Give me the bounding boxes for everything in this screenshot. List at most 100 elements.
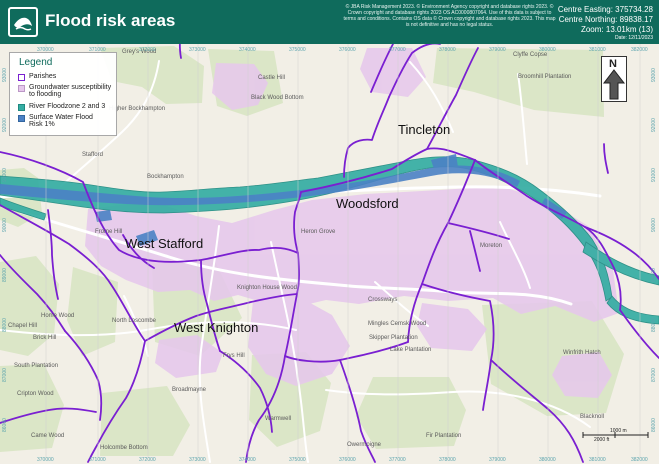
place-blacknoll: Blacknoll [580,414,604,420]
place-home-wood: Home Wood [41,313,74,319]
grid-bottom-370000: 370000 [37,457,54,463]
place-warmwell: Warmwell [265,416,291,422]
grid-top-381000: 381000 [589,47,606,53]
parish-label-tincleton: Tincleton [398,122,450,137]
legend-item-floodzone: River Floodzone 2 and 3 [18,103,105,111]
place-winfrith-hatch: Winfrith Hatch [563,350,601,356]
legend-label-floodzone: River Floodzone 2 and 3 [29,103,106,110]
north-arrow-icon [602,69,626,100]
legend-title: Legend [19,57,53,68]
place-skipper-plantation: Skipper Plantation [369,335,418,341]
place-castle-hill: Castle Hill [258,75,285,81]
grid-bottom-373000: 373000 [189,457,206,463]
grid-bottom-374000: 374000 [239,457,256,463]
grid-top-375000: 375000 [289,47,306,53]
parish-label-west-stafford: West Stafford [125,236,203,251]
place-fir-plantation: Fir Plantation [426,433,461,439]
place-came-wood: Came Wood [31,433,64,439]
grid-left-87000: 87000 [2,368,8,382]
legend-item-surface-water: Surface Water Flood Risk 1% [18,114,99,128]
grid-right-89000: 89000 [651,268,657,282]
grid-right-91000: 91000 [651,168,657,182]
place-frys-hill: Frys Hill [223,353,245,359]
flood-logo-icon [8,7,38,37]
grid-left-89000: 89000 [2,268,8,282]
groundwater-swatch-icon [18,85,25,92]
surface-water-swatch-icon [18,115,25,122]
grid-left-93000: 93000 [2,68,8,82]
grid-top-376000: 376000 [339,47,356,53]
place-knighton-house-wood: Knighton House Wood [237,285,297,291]
grid-right-92000: 92000 [651,118,657,132]
zoom-level: Zoom: 13.01km (13) [580,25,653,34]
grid-top-379000: 379000 [489,47,506,53]
place-mingles-cemsk-wood: Mingles Cemsk Wood [368,321,426,327]
grid-bottom-376000: 376000 [339,457,356,463]
grid-right-90000: 90000 [651,218,657,232]
legend-label-groundwater: Groundwater susceptibility to flooding [29,84,112,98]
place-south-plantation: South Plantation [14,363,58,369]
grid-bottom-381000: 381000 [589,457,606,463]
coordinate-readout: Centre Easting: 375734.28 Centre Northin… [558,5,653,42]
header-bar: Flood risk areas © JBA Risk Management 2… [0,0,659,44]
page-title: Flood risk areas [45,11,176,30]
centre-northing: Centre Northing: 89838.17 [558,15,653,24]
grid-top-377000: 377000 [389,47,406,53]
place-moreton: Moreton [480,243,502,249]
legend-label-surface-water: Surface Water Flood Risk 1% [29,114,93,128]
place-chapel-hill: Chapel Hill [8,323,37,329]
place-cripton-wood: Cripton Wood [17,391,54,397]
grid-left-86000: 86000 [2,418,8,432]
scale-feet: 2000 ft [594,437,610,443]
grid-bottom-379000: 379000 [489,457,506,463]
legend-panel: Legend Parishes Groundwater susceptibili… [9,52,117,136]
grid-bottom-371000: 371000 [89,457,106,463]
place-broadmayne: Broadmayne [172,387,207,393]
grid-top-378000: 378000 [439,47,456,53]
place-brick-hill: Brick Hill [33,335,56,341]
parish-swatch-icon [18,74,25,81]
place-holcombe-bottom: Holcombe Bottom [100,445,148,451]
grid-right-86000: 86000 [651,418,657,432]
place-north-loscombe: North Loscombe [112,318,157,324]
grid-right-88000: 88000 [651,318,657,332]
scale-meters: 1000 m [610,428,627,434]
grid-left-91000: 91000 [2,168,8,182]
grid-bottom-380000: 380000 [539,457,556,463]
map-frame: Grey's Wood Higher Bockhampton Stafford … [0,0,659,464]
place-crossways: Crossways [368,297,397,303]
grid-right-87000: 87000 [651,368,657,382]
parish-label-woodsford: Woodsford [336,196,399,211]
legend-item-parishes: Parishes [18,73,56,81]
scale-bar: 1000 m 2000 ft [582,428,650,445]
place-bockhampton: Bockhampton [147,174,184,180]
place-lake-plantation: Lake Plantation [390,347,431,353]
grid-bottom-372000: 372000 [139,457,156,463]
grid-top-374000: 374000 [239,47,256,53]
grid-left-92000: 92000 [2,118,8,132]
place-broomhill-plantation: Broomhill Plantation [518,74,571,80]
copyright-text: © JBA Risk Management 2023. © Environmen… [343,4,556,28]
grid-bottom-378000: 378000 [439,457,456,463]
grid-top-373000: 373000 [189,47,206,53]
grid-left-88000: 88000 [2,318,8,332]
centre-easting: Centre Easting: 375734.28 [557,5,653,14]
grid-top-382000: 382000 [631,47,648,53]
grid-right-93000: 93000 [651,68,657,82]
place-black-wood-bottom: Black Wood Bottom [251,95,304,101]
grid-top-380000: 380000 [539,47,556,53]
grid-bottom-382000: 382000 [631,457,648,463]
parish-label-west-knighton: West Knighton [174,320,258,335]
legend-label-parishes: Parishes [29,73,57,80]
place-higher-bockhampton: Higher Bockhampton [109,106,165,112]
place-frome-hill: Frome Hill [95,229,122,235]
place-heron-grove: Heron Grove [301,229,336,235]
grid-bottom-377000: 377000 [389,457,406,463]
place-owermoigne: Owermoigne [347,442,382,448]
grid-left-90000: 90000 [2,218,8,232]
grid-bottom-375000: 375000 [289,457,306,463]
legend-item-groundwater: Groundwater susceptibility to flooding [18,84,114,98]
place-stafford: Stafford [82,152,103,158]
floodzone-swatch-icon [18,104,25,111]
north-arrow: N [601,56,627,102]
